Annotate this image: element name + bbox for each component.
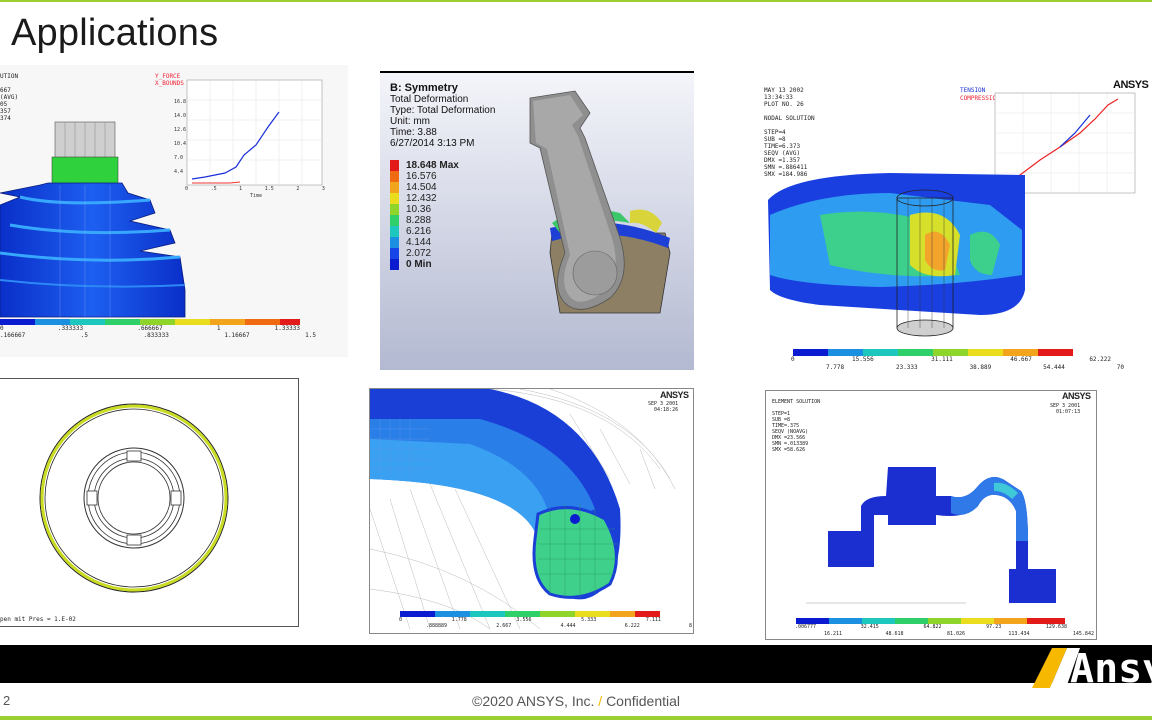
panel-ring-section: pen mit Pres = 1.E-02 (0, 378, 299, 627)
boot-chart-x-ticks: 0.5 1 1.5 2 3 (185, 186, 325, 192)
panel-total-deformation: B: Symmetry Total Deformation Type: Tota… (380, 71, 694, 370)
panel-nodal-solution: MAY 13 2002 13:34:33 PLOT NO. 26 NODAL SOL… (760, 75, 1152, 375)
footer-copyright: ©2020 ANSYS, Inc. / Confidential (472, 693, 680, 709)
boot-chart-legend-2: X_BOUNDS (155, 80, 184, 87)
footer-band (0, 645, 1152, 683)
boot-chart-y-ticks: 16.8 14.0 12.6 10.4 7.0 4.4 (174, 99, 187, 175)
ansys-logo-text: Ansys (1070, 646, 1152, 690)
cylinder-graphic (768, 92, 1136, 356)
ring-graphic (39, 403, 229, 593)
boot-chart-legend-1: Y_FORCE (155, 73, 181, 80)
nodal-legend-top-labels: 0 15.556 31.111 46.667 62.222 (791, 356, 1111, 363)
seal-legend-bottom-labels: .888889 2.667 4.444 6.222 8 (426, 623, 692, 629)
boot-chart-x-label: Time (250, 193, 263, 199)
element-legend-top-labels: .006777 32.415 64.822 97.23 129.638 (795, 624, 1067, 630)
slide-title: Applications (11, 12, 219, 54)
boot-legend-bottom-labels: .166667.5.833333 1.16667 1.5 (0, 332, 316, 339)
panel-boot-simulation: UTION 667 (AVG) 05 357 374 Y_FORCE X_BOU… (0, 65, 348, 357)
clip-graphic (796, 467, 1065, 624)
boot-legend-top-labels: 0.333333.666667 1 1.33333 (0, 325, 300, 332)
top-accent-line (0, 0, 1152, 2)
panel-seal-mesh: ANSYS SEP 3 2001 04:18:26 0 1.778 3.556 5.33… (369, 388, 694, 634)
nodal-legend-bottom-labels: 7.778 23.333 38.889 54.444 70 (826, 364, 1124, 371)
panel-element-solution: ANSYS SEP 3 2001 01:07:13 ELEMENT SOLUTIO… (765, 390, 1097, 640)
ansys-logo: Ansys (1032, 646, 1152, 690)
element-legend-bottom-labels: 16.211 48.618 81.026 113.434 145.842 (824, 631, 1094, 637)
bottom-accent-line (0, 716, 1152, 720)
seal-graphic (370, 389, 676, 630)
ring-caption: pen mit Pres = 1.E-02 (0, 616, 76, 623)
connecting-rod-graphic (529, 90, 671, 314)
